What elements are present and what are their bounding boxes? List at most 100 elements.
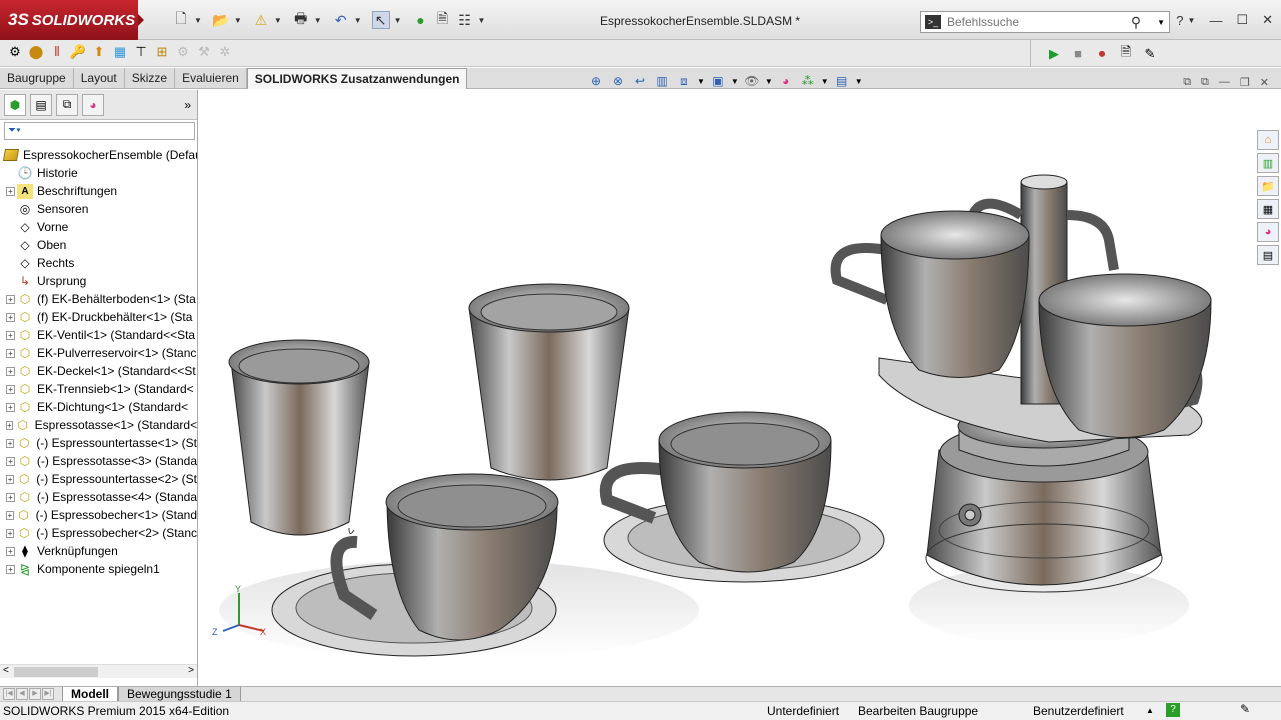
expand-toggle-icon[interactable]: + [6, 456, 15, 466]
expand-toggle-icon[interactable]: + [6, 438, 15, 448]
close-viewport-icon[interactable]: ✕ [1260, 76, 1269, 89]
tab-modell[interactable]: Modell [62, 686, 118, 702]
tab-baugruppe[interactable]: Baugruppe [0, 68, 74, 88]
open-folder-icon[interactable]: 📂 [212, 11, 230, 29]
view-orientation-icon[interactable]: ⧈ [675, 73, 693, 89]
tree-item[interactable]: + ⬡ (-) Espressountertasse<2> (St [0, 470, 197, 488]
restore-viewport-icon[interactable]: ⧉ [1183, 76, 1191, 89]
solidworks-logo[interactable]: 3S SOLIDWORKS [0, 0, 144, 40]
units-arrow-icon[interactable]: ▲ [1146, 706, 1154, 715]
bill-of-materials-icon[interactable]: ⚒ [195, 43, 213, 61]
first-tab-icon[interactable]: |◀ [3, 688, 15, 700]
select-cursor-icon[interactable]: ↖ [371, 11, 390, 29]
traffic-light-icon[interactable]: ● [412, 11, 430, 29]
exploded-view-icon[interactable]: ✲ [216, 43, 234, 61]
expand-toggle-icon[interactable]: + [6, 186, 15, 196]
tree-filter[interactable]: ⏷▾ [4, 122, 195, 140]
assembly-features-icon[interactable]: ⊤ [132, 43, 150, 61]
record-macro-icon[interactable]: ⏺ [1093, 45, 1111, 63]
view-palette-icon[interactable]: ▦ [1257, 199, 1279, 219]
appearances-scenes-icon[interactable]: ◕ [1257, 222, 1279, 242]
custom-properties-icon[interactable]: ▤ [1257, 245, 1279, 265]
file-explorer-icon[interactable]: 📁 [1257, 176, 1279, 196]
insert-components-icon[interactable]: ⚙ [6, 43, 24, 61]
tree-item[interactable]: + A Beschriftungen [0, 182, 197, 200]
mate-icon[interactable]: ⬤ [27, 43, 45, 61]
edit-macro-icon[interactable]: ✎ [1141, 45, 1159, 63]
tab-zusatzanwendungen[interactable]: SOLIDWORKS Zusatzanwendungen [246, 68, 468, 89]
tab-layout[interactable]: Layout [73, 68, 125, 88]
view-settings-icon[interactable]: ▤ [833, 73, 851, 89]
tree-root-assembly[interactable]: EspressokocherEnsemble (Default [0, 146, 197, 164]
tab-bewegungsstudie[interactable]: Bewegungsstudie 1 [118, 686, 241, 702]
scrollbar-thumb[interactable] [14, 667, 98, 677]
expand-toggle-icon[interactable]: + [6, 420, 13, 430]
tree-item[interactable]: + ⧎ Komponente spiegeln1 [0, 560, 197, 578]
options-icon[interactable]: ☷ [456, 11, 474, 29]
feature-manager-tab-icon[interactable]: ⬢ [4, 93, 26, 116]
configuration-manager-tab-icon[interactable]: ⧉ [56, 93, 78, 116]
scroll-left-icon[interactable]: < [3, 665, 9, 676]
rebuild-icon[interactable]: ⚠ [252, 11, 270, 29]
scroll-right-icon[interactable]: > [188, 665, 194, 676]
tree-item[interactable]: ◇ Rechts [0, 254, 197, 272]
linear-pattern-icon[interactable]: ⦀ [48, 43, 66, 61]
select-dropdown-icon[interactable]: ▼ [394, 16, 402, 25]
edit-appearance-icon[interactable]: ◕ [777, 73, 795, 89]
tab-skizze[interactable]: Skizze [124, 68, 176, 88]
file-properties-icon[interactable]: 🗎 [434, 10, 452, 29]
model-render[interactable] [199, 90, 1249, 686]
display-style-dropdown-icon[interactable]: ▼ [731, 77, 739, 86]
espressokocher[interactable] [830, 174, 1212, 593]
tree-item[interactable]: + ⬡ (-) Espressotasse<4> (Standa [0, 488, 197, 506]
expand-toggle-icon[interactable]: + [6, 366, 15, 376]
section-view-icon[interactable]: ▥ [653, 73, 671, 89]
split-viewport-icon[interactable]: ⧉ [1201, 76, 1209, 89]
expand-toggle-icon[interactable]: + [6, 312, 15, 322]
undo-dropdown-icon[interactable]: ▼ [354, 16, 362, 25]
tree-item[interactable]: + ⬡ (f) EK-Behälterboden<1> (Sta [0, 290, 197, 308]
expand-toggle-icon[interactable]: + [6, 402, 15, 412]
maximize-icon[interactable]: ☐ [1236, 12, 1248, 28]
new-document-icon[interactable]: 🗋 [172, 10, 190, 29]
options-dropdown-icon[interactable]: ▼ [478, 16, 486, 25]
hide-show-items-icon[interactable]: 👁 [743, 73, 761, 89]
tree-item[interactable]: ◎ Sensoren [0, 200, 197, 218]
tree-item[interactable]: + ⬡ EK-Deckel<1> (Standard<<St [0, 362, 197, 380]
tree-item[interactable]: ↳ Ursprung [0, 272, 197, 290]
apply-scene-icon[interactable]: ⁂ [799, 73, 817, 89]
espressotasse-middle[interactable] [599, 411, 885, 583]
hide-show-dropdown-icon[interactable]: ▼ [765, 77, 773, 86]
zoom-to-area-icon[interactable]: ⊗ [609, 73, 627, 89]
espressobecher-1[interactable] [228, 339, 370, 536]
tree-item[interactable]: + ⬡ Espressotasse<1> (Standard< [0, 416, 197, 434]
show-hidden-icon[interactable]: ▦ [111, 43, 129, 61]
horizontal-scrollbar[interactable]: < > [0, 664, 197, 678]
last-tab-icon[interactable]: ▶| [42, 688, 54, 700]
tree-item[interactable]: + ⬡ (-) Espressobecher<2> (Stanc [0, 524, 197, 542]
next-tab-icon[interactable]: ▶ [29, 688, 41, 700]
expand-toggle-icon[interactable]: + [6, 546, 15, 556]
move-component-icon[interactable]: ⬆ [90, 43, 108, 61]
espressobecher-2[interactable] [468, 283, 630, 481]
expand-toggle-icon[interactable]: + [6, 510, 14, 520]
display-style-icon[interactable]: ▣ [709, 73, 727, 89]
open-dropdown-icon[interactable]: ▼ [234, 16, 242, 25]
run-macro-icon[interactable]: ▶ [1045, 45, 1063, 63]
tree-item[interactable]: + ⬡ EK-Dichtung<1> (Standard< [0, 398, 197, 416]
zoom-to-fit-icon[interactable]: ⊕ [587, 73, 605, 89]
expand-toggle-icon[interactable]: + [6, 330, 15, 340]
expand-toggle-icon[interactable]: + [6, 474, 15, 484]
prev-tab-icon[interactable]: ◀ [16, 688, 28, 700]
graphics-area[interactable]: ⊕ ⊗ ↩ ▥ ⧈ ▼ ▣ ▼ 👁 ▼ ◕ ⁂ ▼ ▤ ▼ ⧉ ⧉ — ❐ ✕ ⌂ ▥ 📁… [199, 74, 1281, 686]
view-orientation-dropdown-icon[interactable]: ▼ [697, 77, 705, 86]
tree-item[interactable]: + ⧫ Verknüpfungen [0, 542, 197, 560]
status-units[interactable]: Benutzerdefiniert [1033, 704, 1124, 718]
stop-macro-icon[interactable]: ■ [1069, 45, 1087, 63]
tab-evaluieren[interactable]: Evaluieren [175, 68, 247, 88]
minimize-icon[interactable]: — [1209, 13, 1222, 28]
tree-item[interactable]: + ⬡ EK-Ventil<1> (Standard<<Sta [0, 326, 197, 344]
help-status-icon[interactable]: ? [1166, 703, 1180, 717]
search-input[interactable] [947, 15, 1131, 29]
tree-item[interactable]: + ⬡ (-) Espressotasse<3> (Standa [0, 452, 197, 470]
